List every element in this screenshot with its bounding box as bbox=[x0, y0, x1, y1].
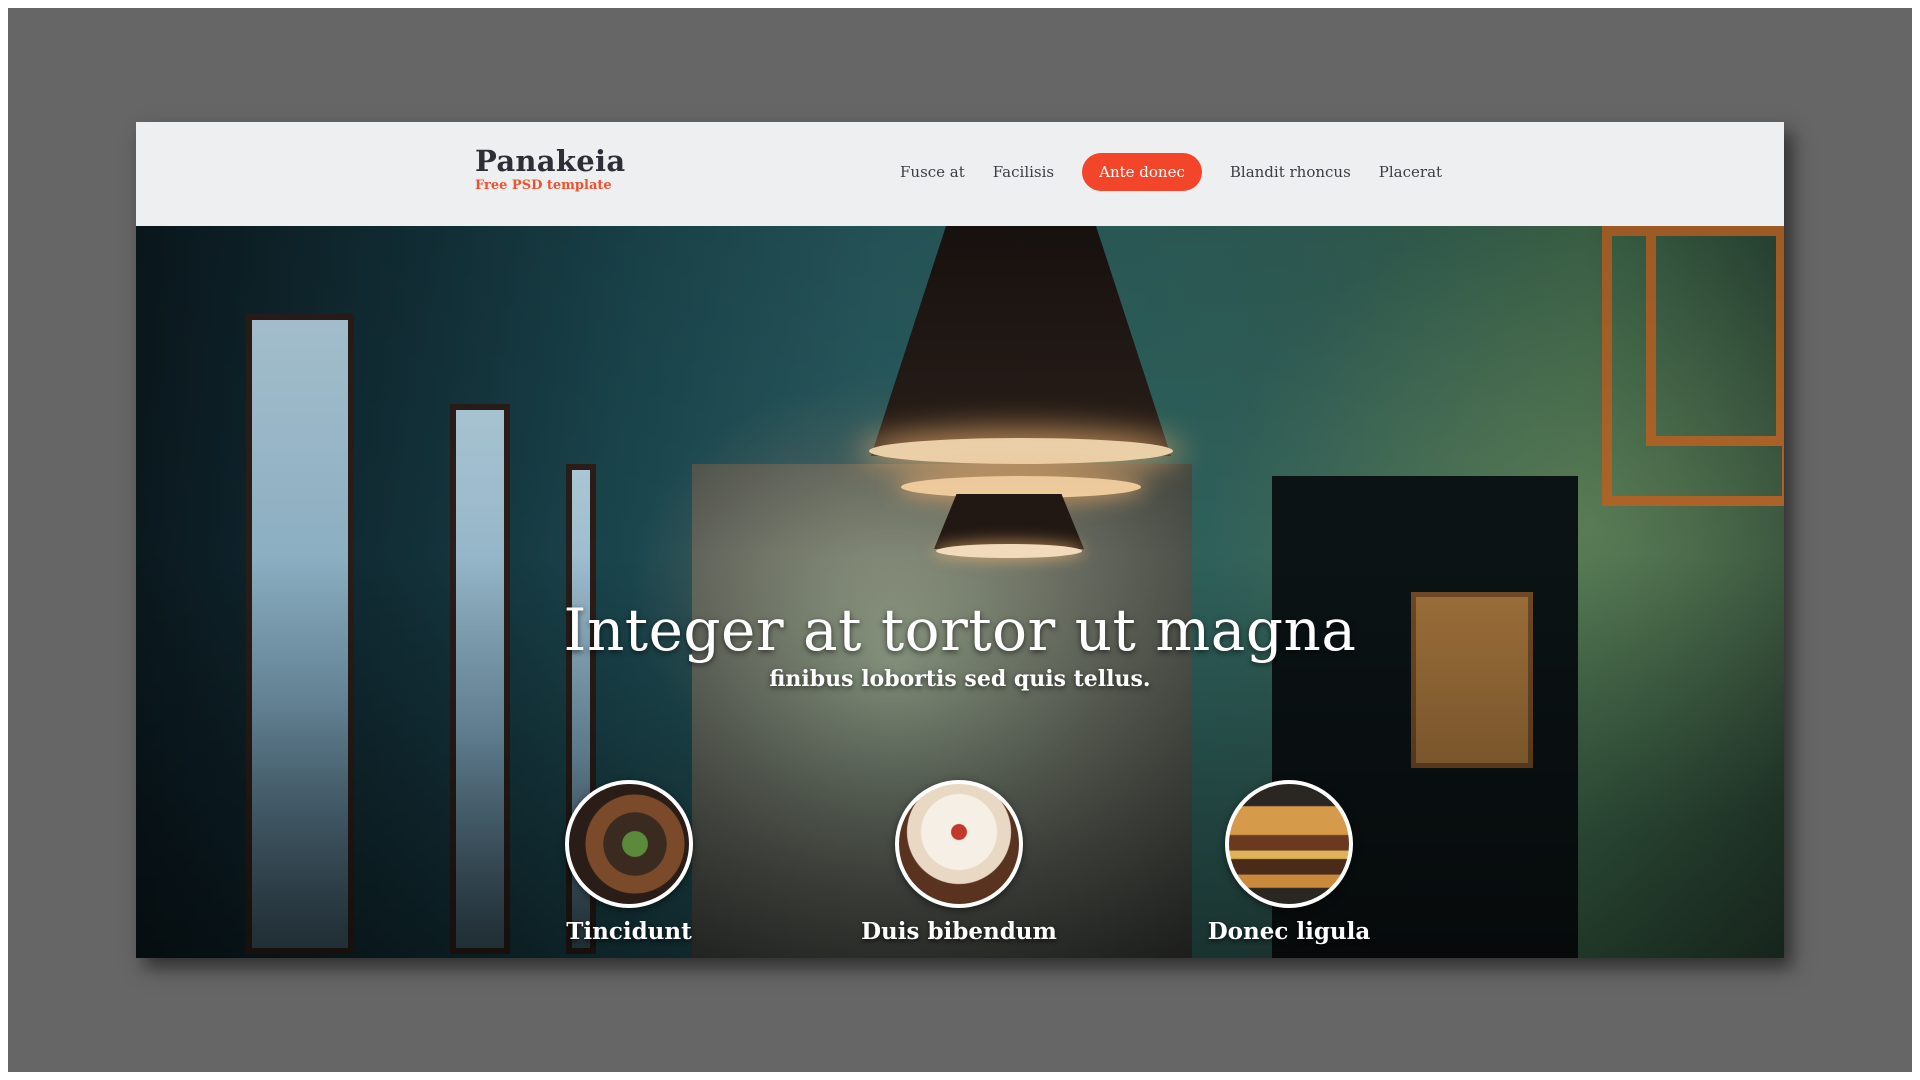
feature-tincidunt[interactable]: Tincidunt bbox=[519, 780, 739, 945]
hero-section: Integer at tortor ut magna finibus lobor… bbox=[136, 226, 1784, 958]
website-mockup: Panakeia Free PSD template Fusce at Faci… bbox=[136, 122, 1784, 958]
nav-item-fusce-at[interactable]: Fusce at bbox=[886, 153, 979, 191]
nav-item-ante-donec[interactable]: Ante donec bbox=[1082, 153, 1202, 191]
cupcake-photo-icon bbox=[895, 780, 1023, 908]
feature-label: Tincidunt bbox=[566, 918, 692, 945]
nav-item-facilisis[interactable]: Facilisis bbox=[979, 153, 1068, 191]
brand-name: Panakeia bbox=[475, 144, 626, 178]
feature-label: Donec ligula bbox=[1207, 918, 1371, 945]
main-nav: Fusce at Facilisis Ante donec Blandit rh… bbox=[886, 153, 1456, 191]
hero-subtitle: finibus lobortis sed quis tellus. bbox=[769, 666, 1151, 692]
nav-item-placerat[interactable]: Placerat bbox=[1365, 153, 1456, 191]
site-header: Panakeia Free PSD template Fusce at Faci… bbox=[136, 122, 1784, 226]
nav-item-blandit-rhoncus[interactable]: Blandit rhoncus bbox=[1216, 153, 1365, 191]
hero-title: Integer at tortor ut magna bbox=[563, 596, 1357, 664]
brand-tagline: Free PSD template bbox=[475, 178, 612, 193]
hamburger-photo-icon bbox=[1225, 780, 1353, 908]
feature-donec-ligula[interactable]: Donec ligula bbox=[1179, 780, 1399, 945]
brand-logo[interactable]: Panakeia Free PSD template bbox=[475, 144, 625, 194]
burger-photo-icon bbox=[565, 780, 693, 908]
feature-label: Duis bibendum bbox=[861, 918, 1057, 945]
feature-duis-bibendum[interactable]: Duis bibendum bbox=[849, 780, 1069, 945]
